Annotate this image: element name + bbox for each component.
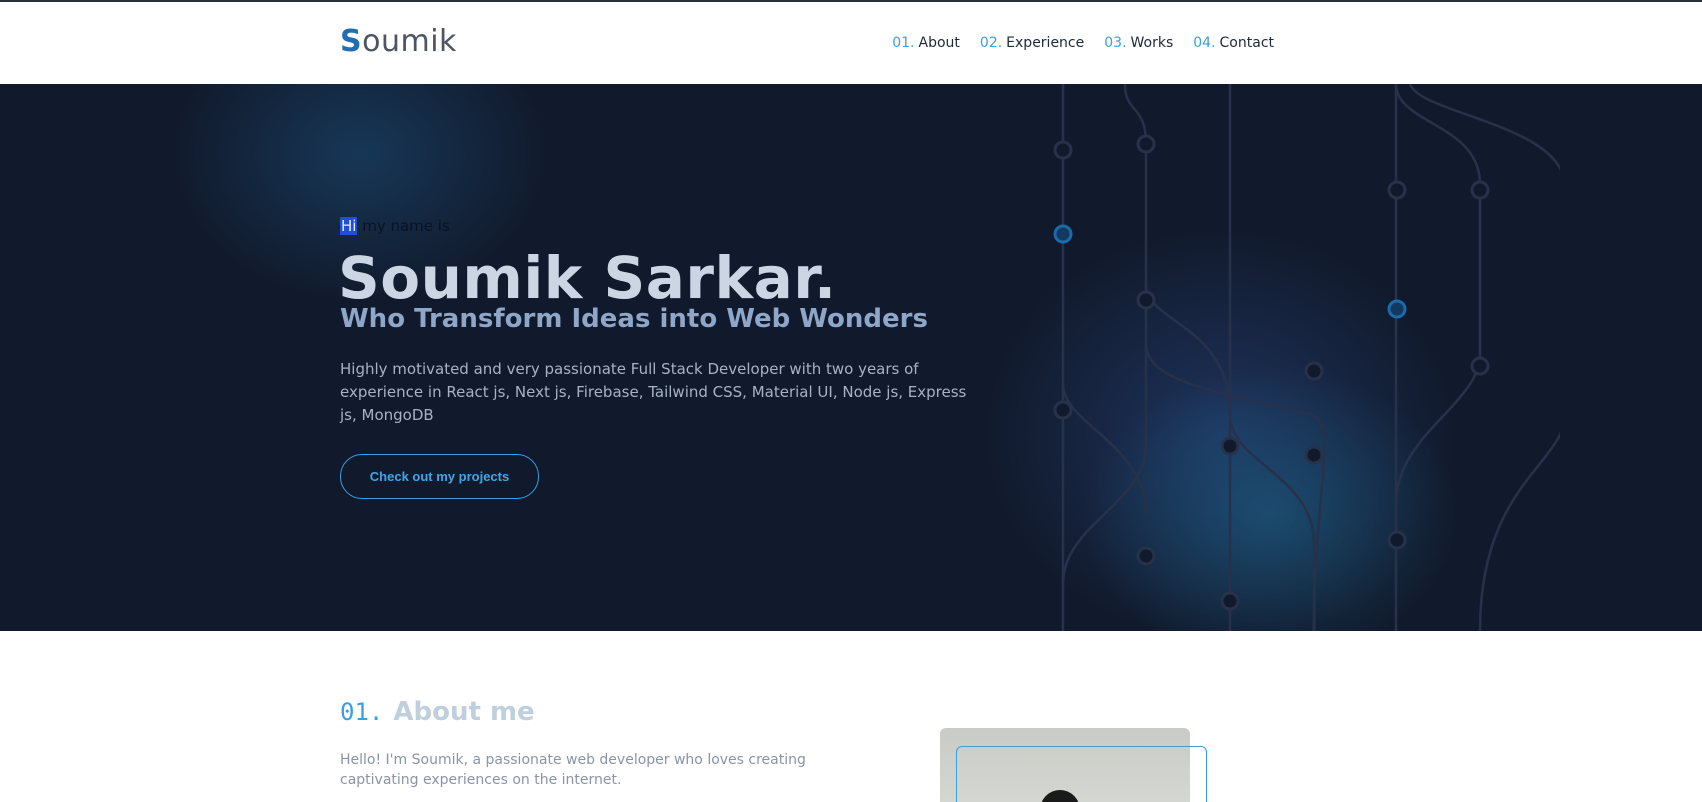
section-title: About me	[393, 697, 535, 727]
hero-section: Hi my name is Soumik Sarkar. Who Transfo…	[0, 84, 1702, 631]
nav-item-contact[interactable]: 04. Contact	[1193, 35, 1274, 51]
hero-description: Highly motivated and very passionate Ful…	[340, 360, 967, 424]
nav-number: 01.	[892, 35, 915, 51]
site-header: Soumik 01. About 02. Experience 03. Work…	[0, 2, 1702, 84]
nav-item-experience[interactable]: 02. Experience	[980, 35, 1084, 51]
nav-label: Contact	[1219, 35, 1274, 51]
circuit-lines-decoration	[1053, 84, 1560, 631]
hero-name: Soumik Sarkar.	[338, 244, 837, 312]
nav-number: 04.	[1193, 35, 1216, 51]
check-projects-button[interactable]: Check out my projects	[340, 454, 539, 499]
site-logo[interactable]: Soumik	[340, 24, 457, 59]
nav-label: Experience	[1006, 35, 1085, 51]
section-number: 01.	[340, 698, 384, 726]
nav-label: Works	[1130, 35, 1174, 51]
photo-frame	[956, 746, 1207, 802]
hero-tagline: Who Transform Ideas into Web Wonders	[340, 304, 928, 334]
nav-label: About	[918, 35, 960, 51]
main-nav: 01. About 02. Experience 03. Works 04. C…	[892, 35, 1274, 51]
hero-greeting: Hi my name is	[340, 217, 450, 235]
nav-item-works[interactable]: 03. Works	[1104, 35, 1173, 51]
about-heading: 01. About me	[340, 697, 535, 727]
nav-item-about[interactable]: 01. About	[892, 35, 960, 51]
nav-number: 02.	[979, 35, 1003, 51]
about-text: Hello! I'm Soumik, a passionate web deve…	[340, 752, 806, 788]
nav-number: 03.	[1104, 35, 1127, 51]
